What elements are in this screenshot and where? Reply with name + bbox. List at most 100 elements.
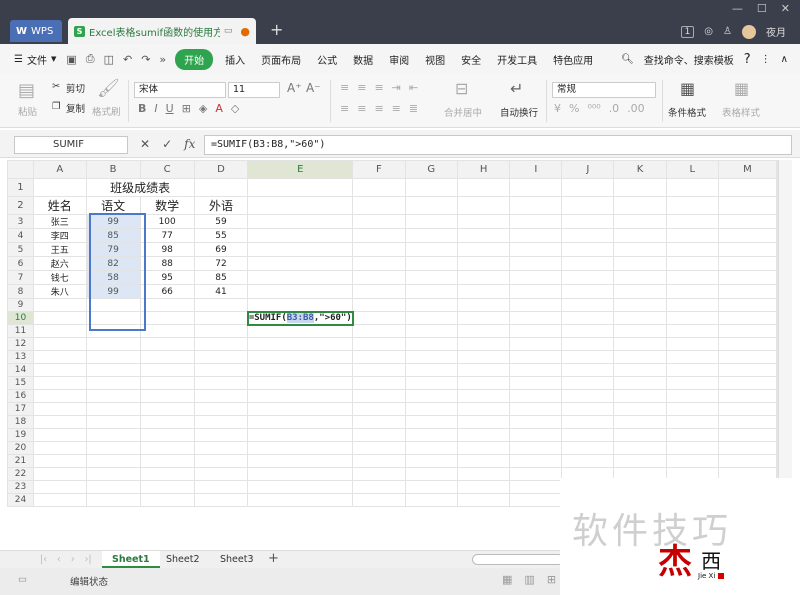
- cell[interactable]: [85, 311, 141, 325]
- cell[interactable]: [717, 298, 778, 312]
- cell[interactable]: [139, 389, 195, 403]
- header-cell[interactable]: 数学: [139, 196, 195, 215]
- cell[interactable]: [32, 480, 87, 494]
- cell[interactable]: [613, 256, 667, 271]
- tab-home[interactable]: 开始: [175, 48, 214, 70]
- tab-page-layout[interactable]: 页面布局: [261, 52, 301, 67]
- data-cell[interactable]: 99: [85, 284, 141, 299]
- cell[interactable]: [32, 467, 87, 481]
- cell[interactable]: [456, 402, 511, 416]
- cell[interactable]: [561, 363, 615, 377]
- cell[interactable]: [352, 441, 406, 455]
- format-painter-icon[interactable]: 🖌︎: [97, 78, 120, 99]
- cell[interactable]: [247, 350, 354, 364]
- cell[interactable]: [404, 311, 458, 325]
- cell[interactable]: [32, 415, 87, 429]
- cell[interactable]: [247, 441, 354, 455]
- add-sheet-button[interactable]: +: [268, 551, 279, 566]
- cell[interactable]: [32, 454, 87, 468]
- cell[interactable]: [404, 214, 458, 229]
- cell[interactable]: [456, 389, 511, 403]
- cell[interactable]: [613, 428, 667, 442]
- cell[interactable]: [613, 324, 667, 338]
- cell[interactable]: [193, 337, 249, 351]
- font-grow-icon[interactable]: A⁺: [287, 81, 302, 95]
- cell[interactable]: [85, 298, 141, 312]
- cell[interactable]: [561, 389, 615, 403]
- cell[interactable]: [139, 441, 195, 455]
- cell[interactable]: [509, 196, 563, 215]
- cell[interactable]: [193, 454, 249, 468]
- cell[interactable]: [352, 298, 406, 312]
- align-right-icon[interactable]: ≡: [374, 102, 383, 115]
- cell[interactable]: [32, 298, 87, 312]
- cell[interactable]: [456, 242, 511, 257]
- cell[interactable]: [665, 228, 719, 243]
- cell[interactable]: [85, 363, 141, 377]
- cell[interactable]: [404, 376, 458, 390]
- cell[interactable]: [717, 256, 778, 271]
- cell[interactable]: [193, 376, 249, 390]
- cell[interactable]: [717, 415, 778, 429]
- column-header-h[interactable]: H: [456, 160, 511, 179]
- copy-button[interactable]: 复制: [66, 101, 85, 115]
- align-middle-icon[interactable]: ≡: [357, 81, 366, 94]
- cell[interactable]: [717, 441, 778, 455]
- page-count-badge[interactable]: 1: [680, 25, 695, 38]
- cell[interactable]: [509, 311, 563, 325]
- cell[interactable]: [247, 480, 354, 494]
- cell[interactable]: [613, 196, 667, 215]
- row-header-5[interactable]: 5: [7, 242, 34, 257]
- align-bottom-icon[interactable]: ≡: [374, 81, 383, 94]
- cell[interactable]: [509, 441, 563, 455]
- align-left-icon[interactable]: ≡: [340, 102, 349, 115]
- thousands-icon[interactable]: ⁰⁰⁰: [587, 102, 600, 115]
- column-header-m[interactable]: M: [717, 160, 778, 179]
- cell[interactable]: [193, 363, 249, 377]
- cell[interactable]: [717, 284, 778, 299]
- cell[interactable]: [352, 337, 406, 351]
- cell[interactable]: [509, 178, 563, 197]
- cell[interactable]: [352, 402, 406, 416]
- avatar[interactable]: [742, 24, 756, 39]
- cell[interactable]: [613, 298, 667, 312]
- underline-icon[interactable]: U: [166, 102, 174, 115]
- paste-button[interactable]: 粘贴: [18, 104, 37, 118]
- cell[interactable]: [247, 242, 354, 257]
- print-icon[interactable]: ⎙: [86, 52, 95, 66]
- cell[interactable]: [352, 311, 406, 325]
- cell[interactable]: [509, 270, 563, 285]
- cell[interactable]: [613, 363, 667, 377]
- sheet-tab-1[interactable]: Sheet1: [102, 551, 160, 568]
- cell[interactable]: [456, 493, 511, 507]
- cell[interactable]: [509, 298, 563, 312]
- cell[interactable]: [352, 350, 406, 364]
- cell[interactable]: [561, 402, 615, 416]
- tab-data[interactable]: 数据: [353, 52, 373, 67]
- cell[interactable]: [613, 402, 667, 416]
- cell[interactable]: [32, 428, 87, 442]
- align-top-icon[interactable]: ≡: [340, 81, 349, 94]
- cell[interactable]: [247, 376, 354, 390]
- document-tab[interactable]: S Excel表格sumif函数的使用方法 ▭ ●: [68, 18, 256, 44]
- cell[interactable]: [456, 196, 511, 215]
- maximize-icon[interactable]: ☐: [757, 2, 767, 15]
- cell[interactable]: [561, 298, 615, 312]
- select-all-corner[interactable]: [7, 160, 34, 179]
- cell[interactable]: [32, 493, 87, 507]
- user-name[interactable]: 夜月: [766, 24, 786, 39]
- cell[interactable]: [665, 284, 719, 299]
- skin-icon[interactable]: ◎: [704, 26, 713, 37]
- cell[interactable]: [561, 196, 615, 215]
- more-icon[interactable]: »: [159, 53, 166, 66]
- cell[interactable]: [509, 228, 563, 243]
- column-header-c[interactable]: C: [139, 160, 195, 179]
- cell[interactable]: [456, 428, 511, 442]
- cell[interactable]: [404, 298, 458, 312]
- cell[interactable]: [717, 350, 778, 364]
- monitor-icon[interactable]: ▭: [224, 26, 233, 36]
- cell[interactable]: [247, 337, 354, 351]
- data-cell[interactable]: 李四: [32, 228, 87, 243]
- cell[interactable]: [456, 324, 511, 338]
- scissors-icon[interactable]: ✂: [52, 81, 60, 92]
